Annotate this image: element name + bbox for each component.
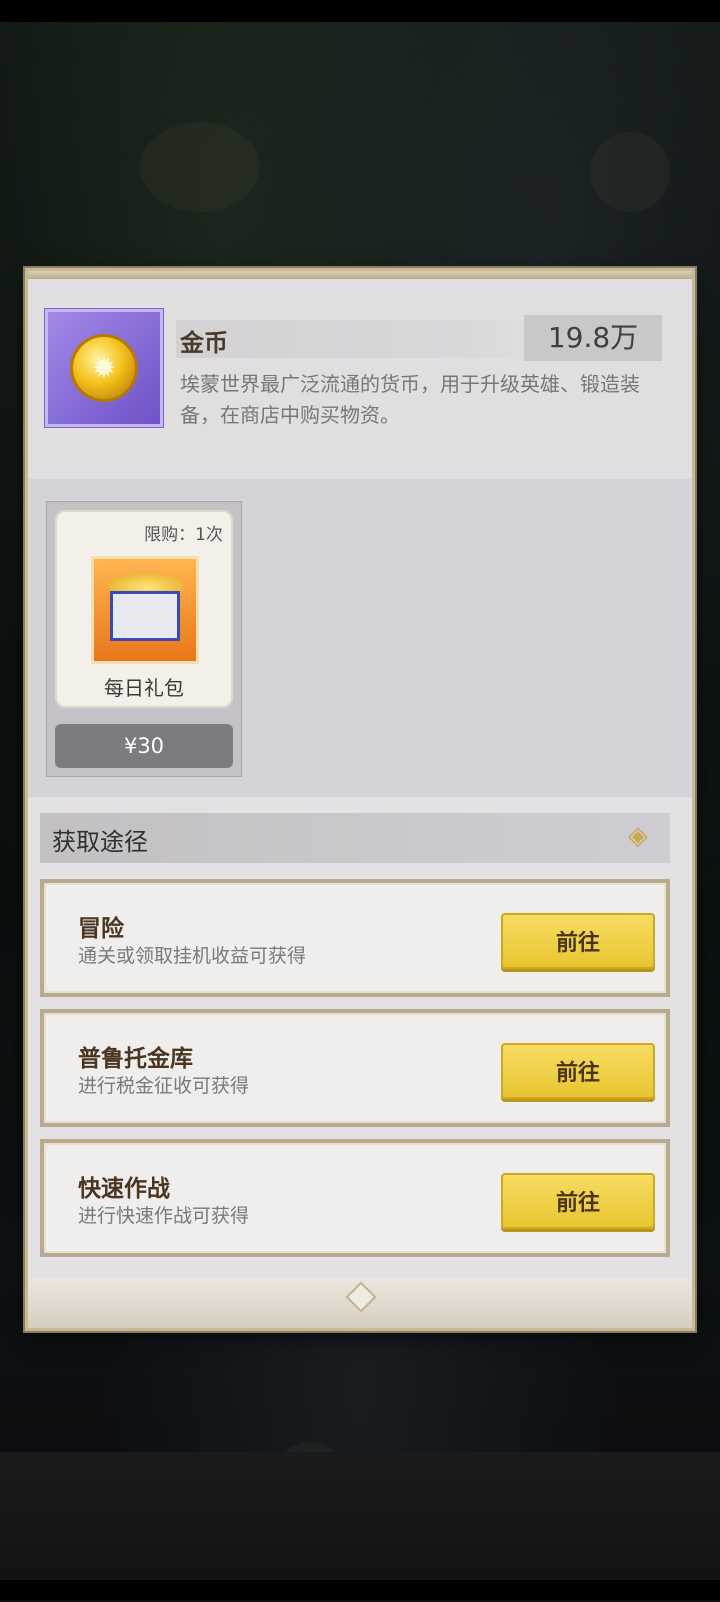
item-name: 金币 — [180, 329, 228, 357]
item-icon-frame: ✹ — [45, 309, 163, 427]
pack-name: 每日礼包 — [104, 676, 184, 700]
way-card-adventure: 冒险 通关或领取挂机收益可获得 前往 — [40, 879, 670, 997]
acquire-ways-title: 获取途径 — [52, 828, 148, 856]
item-description: 埃蒙世界最广泛流通的货币，用于升级英雄、锻造装备，在商店中购买物资。 — [180, 372, 640, 427]
pack-section: 限购：1次 每日礼包 ¥30 — [28, 479, 692, 797]
item-count: 19.8万 — [524, 315, 662, 361]
system-nav-bar — [0, 1580, 720, 1600]
item-header: ✹ 金币 19.8万 埃蒙世界最广泛流通的货币，用于升级英雄、锻造装备，在商店中… — [28, 279, 692, 479]
item-detail-panel: ✹ 金币 19.8万 埃蒙世界最广泛流通的货币，用于升级英雄、锻造装备，在商店中… — [25, 268, 695, 1331]
status-bar — [0, 0, 720, 22]
pack-limit: 限购：1次 — [144, 525, 223, 545]
pack-price-button[interactable]: ¥30 — [55, 724, 233, 768]
way-card-pluto-vault: 普鲁托金库 进行税金征收可获得 前往 — [40, 1009, 670, 1127]
way-card-quick-battle: 快速作战 进行快速作战可获得 前往 — [40, 1139, 670, 1257]
pack-inner: 限购：1次 每日礼包 — [55, 510, 233, 708]
treasure-chest-icon — [91, 556, 199, 664]
way-name: 普鲁托金库 — [78, 1046, 193, 1072]
footer-ornament-icon — [345, 1281, 377, 1313]
chest-icon — [110, 591, 180, 641]
go-button[interactable]: 前往 — [501, 1173, 655, 1229]
gold-coin-icon: ✹ — [70, 334, 138, 402]
acquire-ways-header: 获取途径 ◈ — [40, 813, 670, 863]
way-name: 冒险 — [78, 916, 124, 942]
item-name-bar — [176, 320, 538, 358]
diamond-ornament-icon: ◈ — [628, 821, 648, 851]
way-name: 快速作战 — [78, 1176, 170, 1202]
daily-pack-card[interactable]: 限购：1次 每日礼包 ¥30 — [46, 501, 242, 777]
go-button[interactable]: 前往 — [501, 913, 655, 969]
way-description: 进行税金征收可获得 — [78, 1075, 250, 1097]
go-button[interactable]: 前往 — [501, 1043, 655, 1099]
way-description: 通关或领取挂机收益可获得 — [78, 945, 307, 967]
panel-footer — [28, 1278, 692, 1328]
way-description: 进行快速作战可获得 — [78, 1205, 250, 1227]
